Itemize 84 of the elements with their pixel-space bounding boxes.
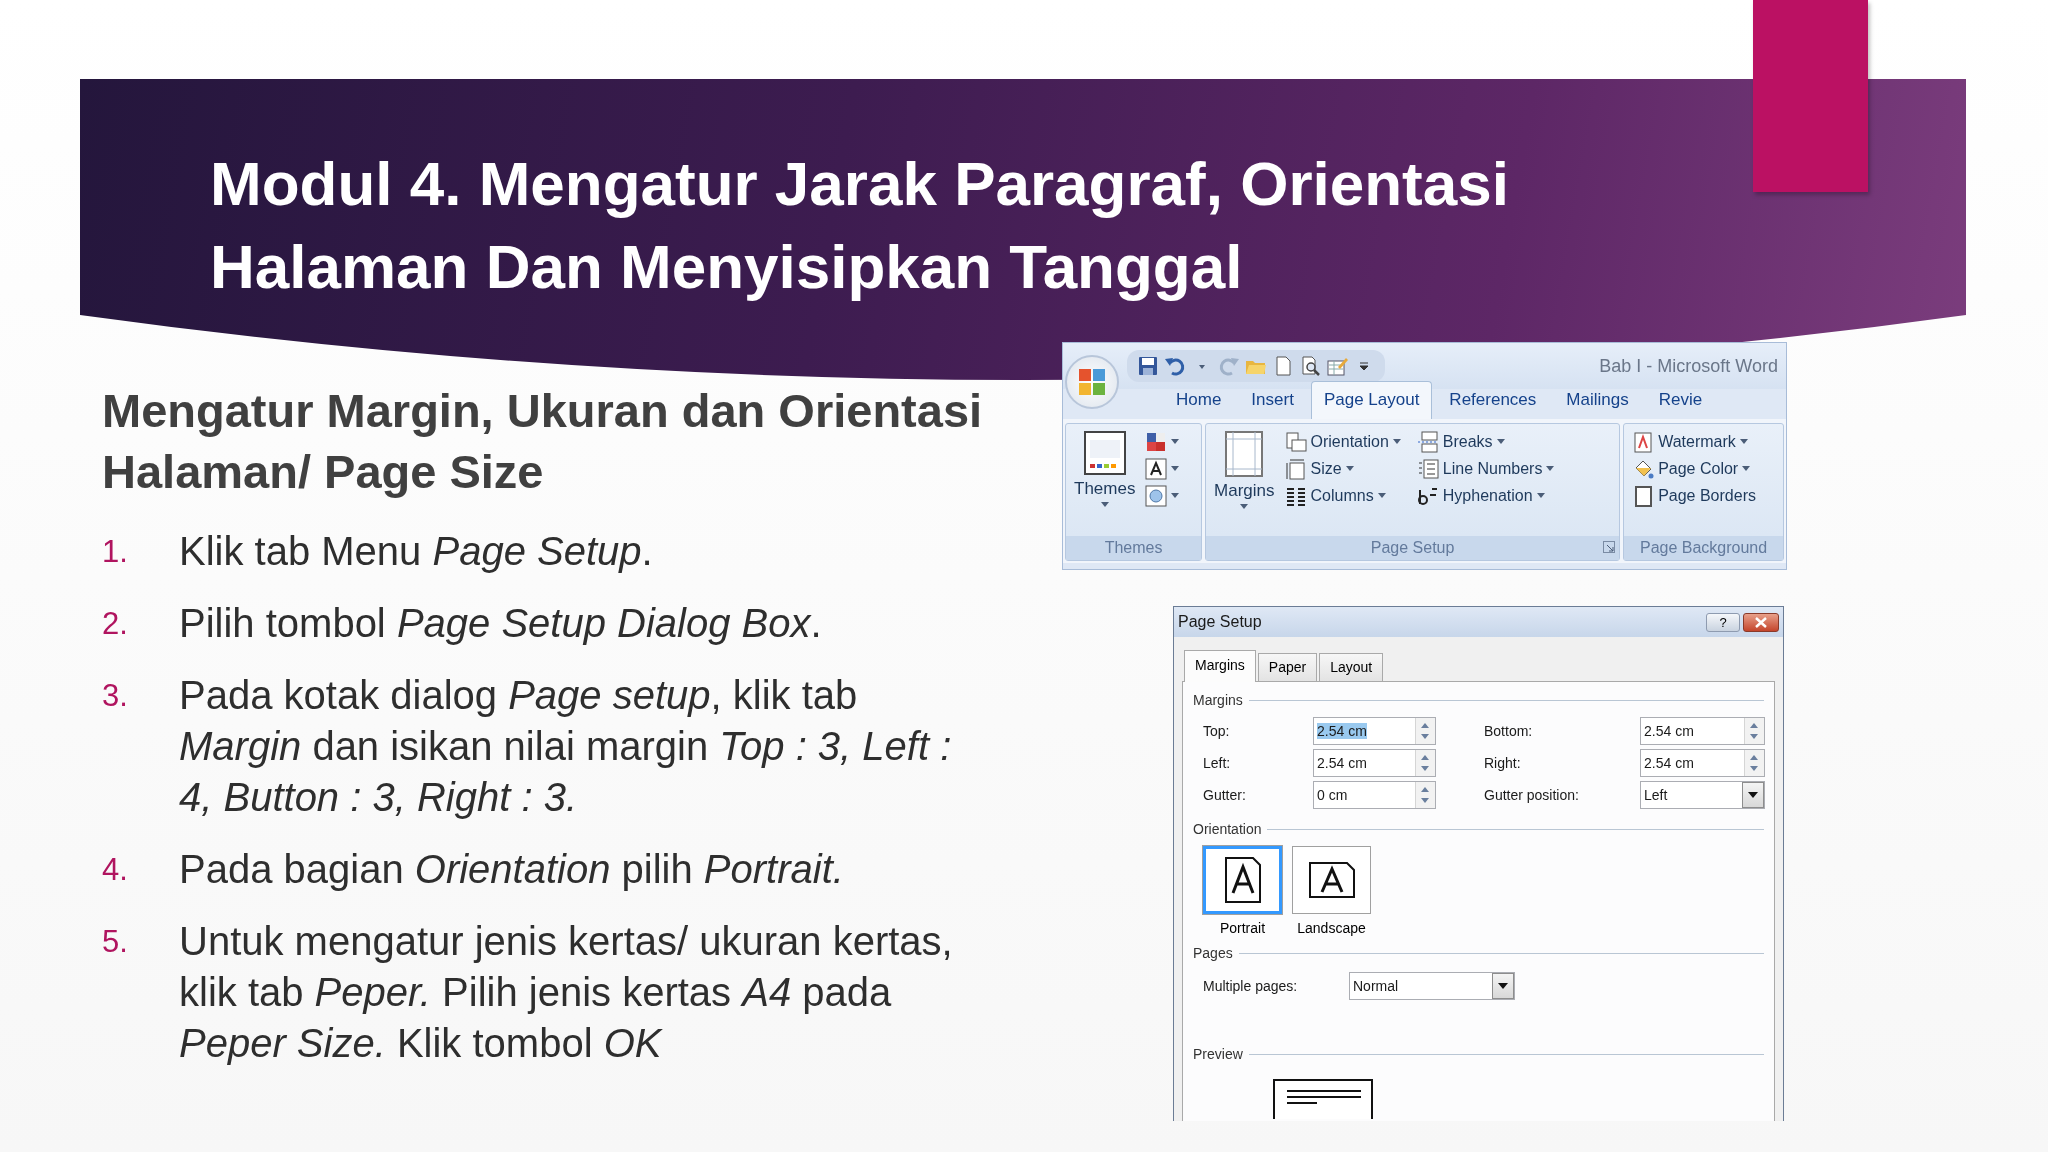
- app-menu-button[interactable]: [1065, 355, 1119, 409]
- step-number: 5.: [102, 923, 129, 961]
- undo-icon[interactable]: [1164, 355, 1186, 377]
- ribbon-button[interactable]: Breaks: [1414, 428, 1557, 455]
- field-label: Bottom:: [1484, 721, 1534, 741]
- field-label: Gutter:: [1203, 785, 1247, 805]
- group-label: Themes: [1104, 538, 1163, 558]
- slide-title: Modul 4. Mengatur Jarak Paragraf, Orientasi Halaman Dan Menyisipkan Tanggal: [210, 148, 1509, 303]
- slide-subtitle: Mengatur Margin, Ukuran dan Orientasi Halaman/ Page Size: [102, 383, 983, 500]
- field-label: Right:: [1484, 753, 1522, 773]
- ribbon-tab[interactable]: References: [1436, 380, 1550, 419]
- help-button[interactable]: ?: [1706, 612, 1740, 632]
- section-heading: Orientation: [1193, 820, 1262, 839]
- save-icon[interactable]: [1137, 355, 1159, 377]
- step-text: Pilih tombol Page Setup Dialog Box.: [179, 600, 822, 647]
- dropdown-field[interactable]: Normal: [1349, 972, 1515, 1000]
- caret-icon[interactable]: [1498, 983, 1508, 989]
- step-number: 1.: [102, 533, 129, 571]
- themes-icon: [1081, 430, 1128, 476]
- ribbon-button[interactable]: Page Color: [1630, 455, 1758, 482]
- orientation-option[interactable]: [1203, 846, 1282, 914]
- ribbon-button[interactable]: [1143, 455, 1182, 482]
- dropdown-field[interactable]: Left: [1640, 781, 1765, 809]
- close-button[interactable]: [1743, 612, 1779, 632]
- step-number: 4.: [102, 851, 129, 889]
- field-label: Left:: [1203, 753, 1232, 773]
- orientation-option[interactable]: [1292, 846, 1371, 914]
- watermark-icon: [1632, 430, 1655, 453]
- option-label: Portrait: [1219, 919, 1266, 938]
- ribbon-button[interactable]: Margins: [1212, 428, 1277, 532]
- ribbon-button[interactable]: Hyphenation: [1414, 482, 1557, 509]
- ribbon-tab[interactable]: Insert: [1238, 380, 1307, 419]
- spin-field[interactable]: 2.54 cm: [1640, 749, 1765, 777]
- spin-field[interactable]: 2.54 cm: [1640, 717, 1765, 745]
- caret-icon[interactable]: [1748, 792, 1758, 798]
- option-label: Landscape: [1297, 919, 1366, 938]
- dialog-tab[interactable]: Margins: [1184, 650, 1256, 682]
- field-label: Multiple pages:: [1203, 976, 1299, 996]
- ribbon-button[interactable]: Size: [1282, 455, 1403, 482]
- section-heading: Preview: [1193, 1045, 1243, 1064]
- ribbon-button[interactable]: Watermark: [1630, 428, 1758, 455]
- ribbon-tab[interactable]: Mailings: [1553, 380, 1642, 419]
- ribbon-tab[interactable]: Home: [1163, 380, 1235, 419]
- pages-icon: [1284, 430, 1307, 453]
- ribbon-tab[interactable]: Revie: [1645, 380, 1716, 419]
- ribbon-button[interactable]: Orientation: [1282, 428, 1403, 455]
- step-number: 2.: [102, 605, 129, 643]
- step-number: 3.: [102, 677, 129, 715]
- dialog-title: Page Setup: [1178, 612, 1262, 632]
- margins-icon: [1224, 430, 1265, 478]
- ribbon-button[interactable]: Line Numbers: [1414, 455, 1557, 482]
- step-text: Pada kotak dialog Page setup, klik tab Margin dan isikan nilai margin Top : 3, Left : 4, Button : 3, Right : 3.: [179, 672, 952, 821]
- portrait-page-icon: [1222, 855, 1263, 905]
- font-icon: [1145, 457, 1168, 480]
- group-label: Page Background: [1639, 538, 1768, 558]
- ribbon-button[interactable]: Page Borders: [1630, 482, 1758, 509]
- line-numbers-icon: [1416, 457, 1439, 480]
- window-title: Bab I - Microsoft Word: [1599, 354, 1778, 378]
- ribbon-tab[interactable]: Page Layout: [1310, 380, 1433, 419]
- page-pencil-icon[interactable]: [1326, 355, 1348, 377]
- spin-field[interactable]: 2.54 cm: [1313, 717, 1436, 745]
- close-icon: [1755, 616, 1767, 628]
- ribbon-button[interactable]: Columns: [1282, 482, 1403, 509]
- dialog-launcher-icon[interactable]: [1603, 541, 1616, 553]
- dialog-tab[interactable]: Paper: [1257, 653, 1318, 681]
- spin-field[interactable]: 0 cm: [1313, 781, 1436, 809]
- section-heading: Margins: [1193, 691, 1243, 710]
- page-break-icon: [1416, 430, 1439, 453]
- step-text: Pada bagian Orientation pilih Portrait.: [179, 846, 844, 893]
- page-size-icon: [1284, 457, 1307, 480]
- color-squares-icon: [1145, 430, 1168, 453]
- squares-icon: [1077, 367, 1107, 397]
- step-text: Untuk mengatur jenis kertas/ ukuran kertas, klik tab Peper. Pilih jenis kertas A4 pada Peper Size. Klik tombol OK: [179, 918, 953, 1067]
- page-border-icon: [1632, 484, 1655, 507]
- landscape-page-icon: [1306, 860, 1357, 900]
- spin-field[interactable]: 2.54 cm: [1313, 749, 1436, 777]
- dialog-tab[interactable]: Layout: [1319, 653, 1384, 681]
- print-preview-icon[interactable]: [1299, 355, 1321, 377]
- field-label: Gutter position:: [1484, 785, 1580, 805]
- ribbon-button[interactable]: Themes: [1072, 428, 1138, 532]
- step-text: Klik tab Menu Page Setup.: [179, 528, 653, 575]
- group-label: Page Setup: [1370, 538, 1455, 558]
- section-heading: Pages: [1193, 944, 1233, 963]
- field-label: Top:: [1203, 721, 1231, 741]
